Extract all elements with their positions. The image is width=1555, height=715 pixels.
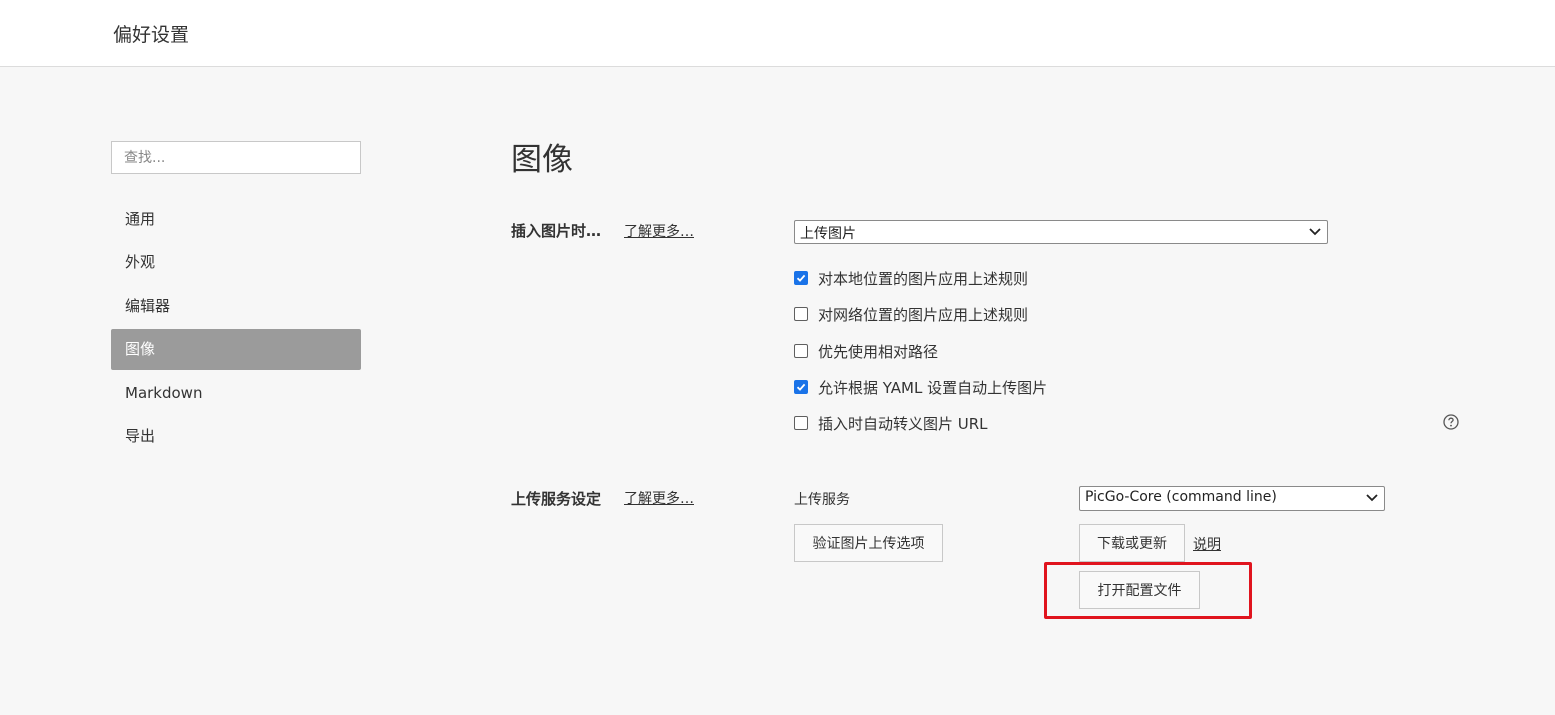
chevron-down-icon xyxy=(1309,228,1321,236)
highlight-box xyxy=(1044,562,1252,619)
option-label: 允许根据 YAML 设置自动上传图片 xyxy=(818,378,1048,397)
option-yaml-upload[interactable]: 允许根据 YAML 设置自动上传图片 xyxy=(794,377,1047,397)
sidebar-item-image[interactable]: 图像 xyxy=(111,329,361,371)
sidebar-item-editor[interactable]: 编辑器 xyxy=(111,286,361,327)
option-label: 对本地位置的图片应用上述规则 xyxy=(818,269,1029,288)
option-apply-local[interactable]: 对本地位置的图片应用上述规则 xyxy=(794,268,1028,288)
window-title: 偏好设置 xyxy=(113,24,190,46)
sidebar-nav: 通用 外观 编辑器 图像 Markdown 导出 xyxy=(111,199,361,459)
option-label: 对网络位置的图片应用上述规则 xyxy=(818,305,1029,324)
sidebar-item-export[interactable]: 导出 xyxy=(111,416,361,457)
checkbox-yaml-upload[interactable] xyxy=(794,380,808,394)
verify-upload-button[interactable]: 验证图片上传选项 xyxy=(794,524,943,562)
insert-action-value: 上传图片 xyxy=(800,226,856,242)
insert-image-label: 插入图片时… xyxy=(511,222,602,240)
option-label: 优先使用相对路径 xyxy=(818,342,939,361)
help-circle-icon[interactable] xyxy=(1443,414,1459,430)
sidebar-item-markdown[interactable]: Markdown xyxy=(111,373,361,414)
checkbox-relative-path[interactable] xyxy=(794,344,808,358)
sidebar-item-appearance[interactable]: 外观 xyxy=(111,242,361,283)
upload-service-value: PicGo-Core (command line) xyxy=(1085,489,1277,505)
check-icon xyxy=(796,383,806,391)
insert-action-select[interactable]: 上传图片 xyxy=(794,220,1328,244)
upload-service-section-label: 上传服务设定 xyxy=(511,490,602,508)
checkbox-apply-network[interactable] xyxy=(794,307,808,321)
checkbox-escape-url[interactable] xyxy=(794,416,808,430)
insert-learn-more-link[interactable]: 了解更多… xyxy=(624,221,694,241)
upload-learn-more-link[interactable]: 了解更多… xyxy=(624,488,694,508)
search-input[interactable] xyxy=(111,141,361,174)
option-relative-path[interactable]: 优先使用相对路径 xyxy=(794,341,938,361)
checkbox-apply-local[interactable] xyxy=(794,271,808,285)
option-label: 插入时自动转义图片 URL xyxy=(818,414,988,433)
title-bar: 偏好设置 xyxy=(0,0,1555,67)
option-escape-url[interactable]: 插入时自动转义图片 URL xyxy=(794,413,988,433)
upload-service-select[interactable]: PicGo-Core (command line) xyxy=(1079,486,1385,511)
chevron-down-icon xyxy=(1366,494,1378,502)
upload-service-label: 上传服务 xyxy=(794,492,850,508)
explain-link[interactable]: 说明 xyxy=(1193,534,1221,554)
page-title: 图像 xyxy=(511,142,573,178)
check-icon xyxy=(796,274,806,282)
option-apply-network[interactable]: 对网络位置的图片应用上述规则 xyxy=(794,304,1028,324)
download-update-button[interactable]: 下载或更新 xyxy=(1079,524,1185,562)
sidebar-item-general[interactable]: 通用 xyxy=(111,199,361,240)
